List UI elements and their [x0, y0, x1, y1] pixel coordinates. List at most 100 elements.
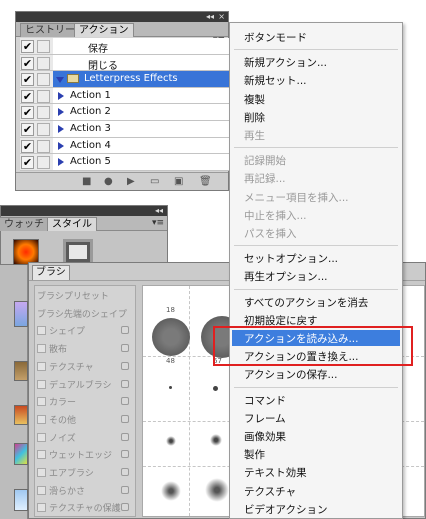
- brush-option-checkbox[interactable]: [37, 450, 46, 460]
- style-thumb[interactable]: [14, 443, 28, 465]
- tab-styles[interactable]: スタイル: [47, 217, 97, 231]
- dialog-toggle[interactable]: [37, 139, 50, 153]
- brush-option-checkbox[interactable]: [37, 361, 46, 371]
- style-panel-titlebar[interactable]: ◂◂: [1, 206, 167, 216]
- brush-option-label[interactable]: その他: [49, 413, 76, 426]
- brush-option-checkbox[interactable]: [37, 326, 46, 336]
- action-row[interactable]: ✔ Action 3: [20, 120, 230, 138]
- toggle-checkbox-icon[interactable]: ✔: [21, 56, 34, 70]
- collapse-triangle-icon[interactable]: [58, 108, 64, 117]
- menu-item[interactable]: 画像効果: [244, 429, 286, 444]
- play-icon[interactable]: ▶: [127, 177, 135, 187]
- brush-option-label[interactable]: 散布: [49, 342, 67, 355]
- brush-preset[interactable]: [205, 478, 229, 502]
- brush-option-label[interactable]: ブラシプリセット: [37, 289, 109, 302]
- lock-icon[interactable]: [121, 450, 129, 459]
- style-thumb[interactable]: [14, 405, 28, 425]
- menu-item[interactable]: テキスト効果: [244, 465, 307, 480]
- toggle-checkbox-icon[interactable]: ✔: [21, 106, 34, 120]
- brush-option-checkbox[interactable]: [37, 468, 46, 477]
- menu-item[interactable]: ボタンモード: [244, 30, 307, 45]
- dialog-toggle[interactable]: [37, 89, 50, 103]
- collapse-triangle-icon[interactable]: [58, 91, 64, 100]
- lock-icon[interactable]: [121, 468, 129, 476]
- menu-item[interactable]: すべてのアクションを消去: [244, 295, 368, 310]
- panel-menu-icon[interactable]: ▾≡: [152, 218, 164, 228]
- menu-item[interactable]: テクスチャ: [244, 484, 296, 499]
- action-row[interactable]: ✔ Action 2: [20, 104, 230, 121]
- actions-panel-titlebar[interactable]: ◂◂ ×: [16, 12, 228, 22]
- brush-option-checkbox[interactable]: [37, 432, 46, 442]
- toggle-checkbox-icon[interactable]: ✔: [21, 156, 34, 170]
- action-row[interactable]: ✔ Action 1: [20, 87, 230, 105]
- brush-option-label[interactable]: ブラシ先端のシェイプ: [37, 307, 127, 320]
- tab-history[interactable]: ヒストリー: [20, 23, 80, 37]
- style-thumb[interactable]: [14, 301, 28, 327]
- dialog-toggle[interactable]: [37, 73, 50, 87]
- expand-triangle-icon[interactable]: [56, 77, 64, 84]
- style-thumb[interactable]: [14, 361, 28, 381]
- lock-icon[interactable]: [121, 432, 129, 441]
- menu-item[interactable]: 複製: [244, 92, 265, 107]
- dialog-toggle[interactable]: [37, 122, 50, 136]
- lock-icon[interactable]: [121, 379, 129, 388]
- brush-option-label[interactable]: テクスチャの保護: [49, 501, 121, 514]
- trash-icon[interactable]: 🗑: [199, 177, 212, 187]
- stop-icon[interactable]: ■: [82, 177, 91, 187]
- brush-preset[interactable]: [166, 436, 176, 446]
- brush-preset[interactable]: [213, 386, 218, 391]
- brush-preset[interactable]: [210, 434, 222, 446]
- lock-icon[interactable]: [121, 485, 129, 494]
- brush-option-label[interactable]: ウェットエッジ: [49, 448, 112, 461]
- tab-swatches[interactable]: ウォッチ: [0, 217, 49, 231]
- brush-option-label[interactable]: デュアルブラシ: [49, 378, 112, 391]
- action-row[interactable]: ✔ Action 4: [20, 137, 230, 155]
- brush-option-checkbox[interactable]: [37, 503, 46, 513]
- style-thumb[interactable]: [14, 489, 28, 511]
- panel-close-icon[interactable]: ×: [218, 12, 225, 22]
- menu-item[interactable]: フレーム: [244, 411, 286, 426]
- brush-preset[interactable]: [152, 318, 190, 356]
- dialog-toggle[interactable]: [37, 156, 50, 170]
- brush-option-label[interactable]: シェイプ: [49, 324, 85, 337]
- toggle-checkbox-icon[interactable]: ✔: [21, 89, 34, 103]
- menu-item[interactable]: ビデオアクション: [244, 502, 327, 517]
- panel-collapse-icon[interactable]: ◂◂: [155, 206, 163, 216]
- collapse-triangle-icon[interactable]: [58, 141, 64, 150]
- brush-option-label[interactable]: テクスチャ: [49, 360, 94, 373]
- new-action-icon[interactable]: ▣: [174, 177, 183, 187]
- action-row[interactable]: ✔ 閉じる: [20, 54, 230, 72]
- lock-icon[interactable]: [121, 361, 129, 370]
- brush-option-label[interactable]: ノイズ: [49, 431, 76, 444]
- lock-icon[interactable]: [121, 414, 129, 423]
- lock-icon[interactable]: [121, 326, 129, 335]
- new-set-icon[interactable]: ▭: [150, 177, 159, 187]
- action-row[interactable]: ✔ Action 5: [20, 154, 230, 171]
- brush-preset[interactable]: [169, 386, 172, 389]
- toggle-checkbox-icon[interactable]: ✔: [21, 40, 34, 53]
- record-icon[interactable]: ●: [104, 177, 113, 187]
- brush-option-checkbox[interactable]: [37, 485, 46, 495]
- collapse-triangle-icon[interactable]: [58, 158, 64, 167]
- dialog-toggle[interactable]: [37, 40, 50, 53]
- menu-item[interactable]: 新規アクション...: [244, 55, 327, 70]
- collapse-triangle-icon[interactable]: [58, 124, 64, 133]
- menu-item[interactable]: 再生オプション...: [244, 269, 328, 284]
- menu-item[interactable]: アクションの保存...: [244, 367, 338, 382]
- panel-collapse-icon[interactable]: ◂◂: [206, 12, 214, 22]
- toggle-checkbox-icon[interactable]: ✔: [21, 122, 34, 136]
- brush-option-checkbox[interactable]: [37, 414, 46, 424]
- toggle-checkbox-icon[interactable]: ✔: [21, 139, 34, 153]
- brush-option-checkbox[interactable]: [37, 379, 46, 389]
- brush-preset[interactable]: [161, 481, 181, 501]
- menu-item[interactable]: 削除: [244, 110, 265, 125]
- lock-icon[interactable]: [121, 503, 129, 512]
- menu-item[interactable]: 製作: [244, 447, 265, 462]
- brush-option-label[interactable]: カラー: [49, 395, 76, 408]
- brush-option-label[interactable]: エアブラシ: [49, 466, 94, 479]
- tab-brush[interactable]: ブラシ: [32, 265, 70, 280]
- toggle-checkbox-icon[interactable]: ✔: [21, 73, 34, 87]
- action-set-row[interactable]: ✔ Letterpress Effects: [20, 71, 230, 88]
- menu-item[interactable]: コマンド: [244, 393, 286, 408]
- menu-item[interactable]: セットオプション...: [244, 251, 338, 266]
